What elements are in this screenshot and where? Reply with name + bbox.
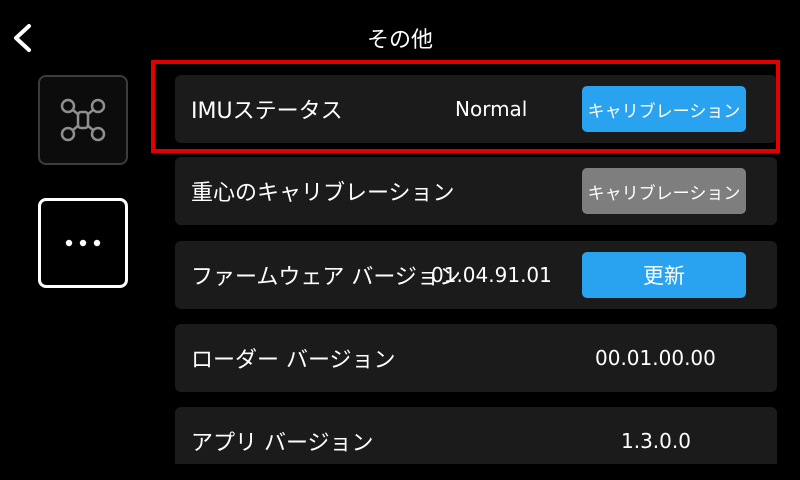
row-loader-version: ローダー バージョン 00.01.00.00 [175,324,777,392]
aircraft-settings-button[interactable] [38,75,128,165]
firmware-version-label: ファームウェア バージョン [191,265,461,290]
imu-calibration-button[interactable]: キャリブレーション [582,86,746,132]
loader-version-value: 00.01.00.00 [595,346,716,370]
imu-status-value: Normal [455,97,528,121]
firmware-update-button[interactable]: 更新 [582,252,746,298]
row-firmware-version: ファームウェア バージョン 01.04.91.01 更新 [175,241,777,309]
row-imu-status: IMUステータス Normal キャリブレーション [175,75,777,143]
more-dots-icon [65,239,101,247]
app-version-value: 1.3.0.0 [621,429,691,453]
drone-icon [60,98,106,142]
row-cog-calibration: 重心のキャリブレーション キャリブレーション [175,157,777,225]
more-settings-button[interactable] [38,198,128,288]
loader-version-label: ローダー バージョン [191,348,396,373]
row-app-version: アプリ バージョン 1.3.0.0 [175,407,777,464]
cog-calibration-label: 重心のキャリブレーション [191,181,455,206]
cog-calibration-button[interactable]: キャリブレーション [582,168,746,214]
firmware-version-value: 01.04.91.01 [431,263,552,287]
imu-status-label: IMUステータス [191,99,343,124]
app-version-label: アプリ バージョン [191,431,374,456]
page-title: その他 [366,28,433,53]
